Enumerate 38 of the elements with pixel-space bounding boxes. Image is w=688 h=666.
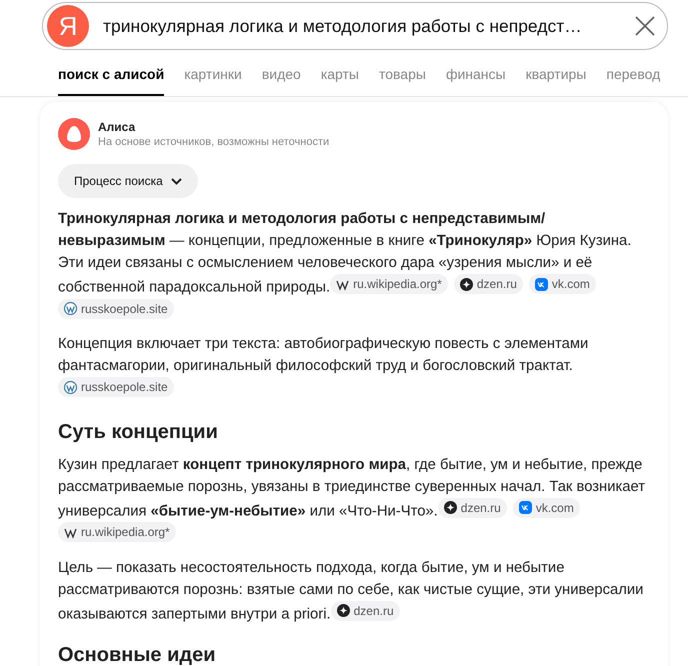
plus-star-icon — [444, 501, 457, 514]
search-field[interactable]: Я тринокулярная логика и методология работы с непредст… — [42, 2, 668, 50]
source-link[interactable]: vk.com — [528, 274, 596, 294]
disclaimer: На основе источников, возможны неточности — [98, 136, 330, 148]
search-process-button[interactable]: Процесс поиска — [58, 164, 198, 198]
author-name: Алиса — [98, 120, 136, 134]
paragraph: Цель — показать несостоятельность подхода, когда бытие, ум и небытие рассматриваются порознь: взятые сами по себе, как чистые сущие, эти универсалии оказываются запертыми внутри a priori. dzen.ru — [58, 558, 644, 624]
paragraph: Кузин предлагает концепт тринокулярного мира, где бытие, ум и небытие, прежде рассматриваемые порознь, увязаны в триединстве суверенных начал. Так возникает универсалия «бытие-ум-небытие» или «Что-Ни-Что». dzen.ru vk.com ru.wikipedia.org* — [58, 454, 650, 546]
source-link[interactable]: dzen.ru — [438, 498, 507, 518]
chevron-down-icon — [170, 178, 182, 184]
source-link[interactable]: ru.wikipedia.org* — [330, 274, 448, 294]
alice-logo-icon — [58, 118, 90, 150]
tab[interactable]: карты — [320, 66, 359, 96]
source-link[interactable]: ru.wikipedia.org* — [58, 522, 176, 542]
wordpress-icon — [64, 380, 77, 394]
source-link[interactable]: russkoepole.site — [58, 377, 174, 397]
source-link[interactable]: dzen.ru — [330, 600, 400, 620]
tab[interactable]: товары — [378, 66, 426, 96]
source-link[interactable]: dzen.ru — [454, 274, 523, 294]
tab[interactable]: поиск с алисой — [58, 66, 164, 96]
vk-icon — [518, 501, 532, 514]
source-link[interactable]: russkoepole.site — [58, 298, 174, 318]
tab[interactable]: перевод — [606, 66, 660, 96]
search-query: тринокулярная логика и методология работы с непредст… — [103, 16, 583, 36]
section-heading: Суть концепции — [58, 420, 219, 444]
plus-star-icon — [336, 604, 350, 617]
tab[interactable]: видео — [262, 66, 301, 96]
close-icon[interactable] — [635, 16, 655, 36]
plus-star-icon — [460, 278, 473, 290]
tab[interactable]: картинки — [184, 66, 242, 96]
vk-icon — [534, 278, 548, 290]
paragraph: Концепция включает три текста: автобиографическую повесть с элементами фантасмагории, оригинальный философский труд и богословский трактат. russkoepole.site — [58, 333, 650, 402]
source-link[interactable]: vk.com — [512, 498, 580, 518]
tab[interactable]: квартиры — [526, 66, 586, 96]
wordpress-icon — [64, 302, 77, 315]
section-heading: Основные идеи — [58, 643, 217, 666]
tab[interactable]: финансы — [446, 66, 506, 96]
paragraph: Тринокулярная логика и методология работы с непредставимым/невыразимым — концепции, предложенные в книге «Тринокуляр» Юрия Кузина. Эти идеи связаны с осмыслением человеческого дара «узрения мысли» и её собственной парадоксальной природы. ru.wikipedia.org* dzen.ru vk.com russkoepole.site — [58, 208, 650, 323]
